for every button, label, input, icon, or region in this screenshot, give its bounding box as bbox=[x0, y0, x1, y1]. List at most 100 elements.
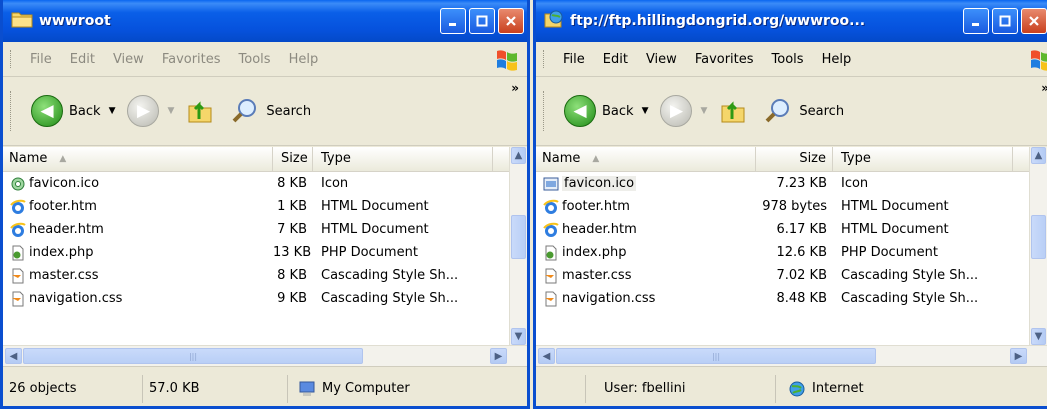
horizontal-scroll-thumb[interactable]: ||| bbox=[556, 348, 876, 364]
standard-toolbar: ◀ Back ▼ ▶ ▼ Search » bbox=[3, 77, 527, 146]
close-button[interactable] bbox=[1021, 8, 1047, 34]
scroll-right-icon[interactable]: ▶ bbox=[1010, 348, 1027, 364]
scroll-left-icon[interactable]: ◀ bbox=[5, 348, 22, 364]
back-dropdown-icon[interactable]: ▼ bbox=[642, 106, 649, 116]
menu-favorites[interactable]: Favorites bbox=[162, 52, 221, 67]
forward-dropdown-icon[interactable]: ▼ bbox=[167, 106, 174, 116]
file-row[interactable]: footer.htm 978 bytes HTML Document bbox=[536, 195, 1047, 218]
php-file-icon bbox=[542, 244, 560, 262]
file-row[interactable]: footer.htm 1 KB HTML Document bbox=[3, 195, 527, 218]
file-row[interactable]: header.htm 7 KB HTML Document bbox=[3, 218, 527, 241]
title-bar[interactable]: ftp://ftp.hillingdongrid.org/wwwroo... bbox=[536, 0, 1047, 42]
file-type: Cascading Style Sh... bbox=[841, 268, 979, 283]
scroll-right-icon[interactable]: ▶ bbox=[490, 348, 507, 364]
icon-file-icon bbox=[9, 175, 27, 193]
minimize-icon bbox=[972, 23, 979, 26]
close-icon bbox=[1029, 16, 1039, 26]
toolbar-grip[interactable] bbox=[543, 91, 547, 131]
status-zone: Internet bbox=[776, 375, 864, 403]
file-name: footer.htm bbox=[562, 199, 630, 214]
menu-bar: File Edit View Favorites Tools Help bbox=[3, 42, 527, 77]
ie-html-icon bbox=[542, 198, 560, 216]
file-name: header.htm bbox=[562, 222, 637, 237]
column-name-header[interactable]: Name ▲ bbox=[536, 147, 756, 171]
horizontal-scrollbar[interactable]: ◀ ||| ▶ bbox=[536, 345, 1047, 366]
my-computer-icon bbox=[299, 381, 315, 396]
maximize-button[interactable] bbox=[469, 8, 495, 34]
back-dropdown-icon[interactable]: ▼ bbox=[109, 106, 116, 116]
file-row[interactable]: navigation.css 8.48 KB Cascading Style S… bbox=[536, 287, 1047, 310]
file-row[interactable]: master.css 8 KB Cascading Style Sh... bbox=[3, 264, 527, 287]
status-zone: My Computer bbox=[288, 375, 410, 403]
menu-tools[interactable]: Tools bbox=[239, 52, 271, 67]
minimize-icon bbox=[449, 23, 456, 26]
status-blank bbox=[536, 374, 586, 403]
scroll-left-icon[interactable]: ◀ bbox=[538, 348, 555, 364]
scroll-down-icon[interactable]: ▼ bbox=[511, 328, 526, 345]
search-magnifier-icon bbox=[232, 99, 257, 123]
toolbar-grip[interactable] bbox=[10, 50, 14, 68]
column-type-header[interactable]: Type bbox=[833, 147, 1013, 171]
menu-help[interactable]: Help bbox=[289, 52, 319, 67]
file-row[interactable]: master.css 7.02 KB Cascading Style Sh... bbox=[536, 264, 1047, 287]
column-name-header[interactable]: Name ▲ bbox=[3, 147, 273, 171]
menu-help[interactable]: Help bbox=[822, 52, 852, 67]
file-size: 8.48 KB bbox=[776, 291, 827, 306]
forward-dropdown-icon[interactable]: ▼ bbox=[700, 106, 707, 116]
scroll-up-icon[interactable]: ▲ bbox=[1031, 147, 1046, 164]
toolbar-grip[interactable] bbox=[10, 91, 14, 131]
title-bar[interactable]: wwwroot bbox=[3, 0, 527, 42]
file-row[interactable]: favicon.ico 8 KB Icon bbox=[3, 172, 527, 195]
scroll-thumb[interactable] bbox=[511, 215, 526, 259]
menu-edit[interactable]: Edit bbox=[70, 52, 95, 67]
vertical-scrollbar[interactable]: ▲ ▼ bbox=[1029, 147, 1047, 345]
menu-view[interactable]: View bbox=[113, 52, 144, 67]
column-size-header[interactable]: Size bbox=[756, 147, 833, 171]
back-button[interactable]: ◀ Back ▼ bbox=[564, 95, 648, 127]
php-file-icon bbox=[9, 244, 27, 262]
internet-globe-icon bbox=[789, 381, 805, 396]
file-row[interactable]: navigation.css 9 KB Cascading Style Sh..… bbox=[3, 287, 527, 310]
file-row[interactable]: header.htm 6.17 KB HTML Document bbox=[536, 218, 1047, 241]
back-button[interactable]: ◀ Back ▼ bbox=[31, 95, 115, 127]
forward-button[interactable]: ▶ ▼ bbox=[127, 95, 174, 127]
search-button[interactable]: Search bbox=[763, 96, 844, 126]
folder-icon bbox=[11, 10, 33, 32]
horizontal-scrollbar[interactable]: ◀ ||| ▶ bbox=[3, 345, 527, 366]
up-folder-icon[interactable] bbox=[186, 97, 214, 125]
minimize-button[interactable] bbox=[440, 8, 466, 34]
horizontal-scroll-thumb[interactable]: ||| bbox=[23, 348, 363, 364]
css-file-icon bbox=[9, 267, 27, 285]
file-list: Name ▲ Size Type favicon.ico 8 KB Icon f… bbox=[3, 147, 527, 345]
menu-file[interactable]: File bbox=[30, 52, 52, 67]
scroll-down-icon[interactable]: ▼ bbox=[1031, 328, 1046, 345]
scroll-thumb[interactable] bbox=[1031, 215, 1046, 259]
minimize-button[interactable] bbox=[963, 8, 989, 34]
up-folder-icon[interactable] bbox=[719, 97, 747, 125]
toolbar-overflow-icon[interactable]: » bbox=[511, 81, 519, 95]
menu-tools[interactable]: Tools bbox=[772, 52, 804, 67]
file-type: HTML Document bbox=[321, 222, 429, 237]
column-size-header[interactable]: Size bbox=[273, 147, 313, 171]
status-object-count: 26 objects bbox=[3, 374, 143, 403]
file-size: 12.6 KB bbox=[776, 245, 827, 260]
vertical-scrollbar[interactable]: ▲ ▼ bbox=[509, 147, 527, 345]
file-row[interactable]: index.php 13 KB PHP Document bbox=[3, 241, 527, 264]
toolbar-grip[interactable] bbox=[543, 50, 547, 68]
menu-favorites[interactable]: Favorites bbox=[695, 52, 754, 67]
menu-file[interactable]: File bbox=[563, 52, 585, 67]
maximize-button[interactable] bbox=[992, 8, 1018, 34]
file-row[interactable]: favicon.ico 7.23 KB Icon bbox=[536, 172, 1047, 195]
forward-button[interactable]: ▶ ▼ bbox=[660, 95, 707, 127]
menu-view[interactable]: View bbox=[646, 52, 677, 67]
window-title: ftp://ftp.hillingdongrid.org/wwwroo... bbox=[570, 13, 866, 29]
scroll-up-icon[interactable]: ▲ bbox=[511, 147, 526, 164]
file-size: 1 KB bbox=[277, 199, 307, 214]
file-row[interactable]: index.php 12.6 KB PHP Document bbox=[536, 241, 1047, 264]
column-type-header[interactable]: Type bbox=[313, 147, 493, 171]
toolbar-overflow-icon[interactable]: » bbox=[1041, 81, 1047, 95]
file-type: Icon bbox=[841, 176, 869, 191]
close-button[interactable] bbox=[498, 8, 524, 34]
search-button[interactable]: Search bbox=[230, 96, 311, 126]
menu-edit[interactable]: Edit bbox=[603, 52, 628, 67]
